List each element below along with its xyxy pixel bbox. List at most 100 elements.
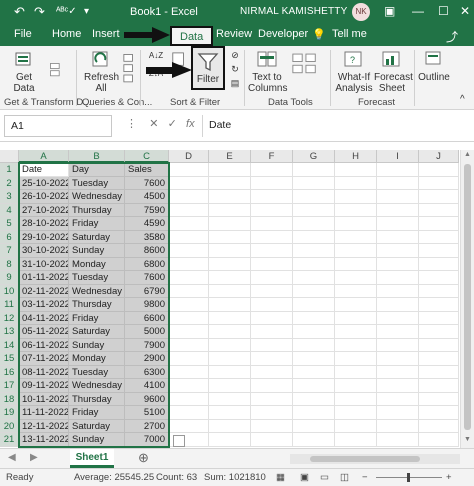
cell-i17[interactable] (377, 379, 419, 393)
row-header-17[interactable]: 17 (0, 379, 19, 393)
cell-j13[interactable] (419, 325, 459, 339)
scroll-down-icon[interactable]: ▼ (464, 436, 471, 443)
cell-e14[interactable] (209, 338, 251, 352)
what-if-analysis-button[interactable]: ? What-If Analysis (334, 50, 374, 94)
cell-d9[interactable] (169, 271, 209, 285)
ribbon-display-options-icon[interactable]: ▣ (384, 4, 395, 18)
collapse-ribbon-icon[interactable]: ^ (460, 94, 465, 105)
cell-b18[interactable]: Thursday (69, 392, 125, 406)
cell-b15[interactable]: Monday (69, 352, 125, 366)
cell-c18[interactable]: 9600 (125, 392, 169, 406)
cell-g2[interactable] (293, 176, 335, 190)
cell-a17[interactable]: 09-11-2022 (19, 379, 69, 393)
cell-b4[interactable]: Thursday (69, 203, 125, 217)
cell-d10[interactable] (169, 284, 209, 298)
cell-e2[interactable] (209, 176, 251, 190)
cell-b7[interactable]: Sunday (69, 244, 125, 258)
cell-d14[interactable] (169, 338, 209, 352)
cell-h1[interactable] (335, 163, 377, 177)
page-break-icon[interactable]: ◫ (340, 472, 349, 483)
cell-b5[interactable]: Friday (69, 217, 125, 231)
tell-me-search[interactable]: Tell me (332, 28, 367, 40)
cell-f1[interactable] (251, 163, 293, 177)
outline-button[interactable]: Outline (416, 50, 452, 83)
cell-g5[interactable] (293, 217, 335, 231)
cell-f9[interactable] (251, 271, 293, 285)
cell-c19[interactable]: 5100 (125, 406, 169, 420)
cell-g7[interactable] (293, 244, 335, 258)
cell-g17[interactable] (293, 379, 335, 393)
row-header-12[interactable]: 12 (0, 311, 19, 325)
cell-c13[interactable]: 5000 (125, 325, 169, 339)
row-header-9[interactable]: 9 (0, 271, 19, 285)
zoom-in-icon[interactable]: + (446, 472, 452, 483)
add-sheet-icon[interactable]: ⊕ (138, 450, 149, 466)
row-header-15[interactable]: 15 (0, 352, 19, 366)
cell-c2[interactable]: 7600 (125, 176, 169, 190)
cell-a19[interactable]: 11-11-2022 (19, 406, 69, 420)
row-header-14[interactable]: 14 (0, 338, 19, 352)
cell-c12[interactable]: 6600 (125, 311, 169, 325)
tab-insert[interactable]: Insert (92, 28, 120, 40)
cell-h8[interactable] (335, 257, 377, 271)
cell-e5[interactable] (209, 217, 251, 231)
cell-i10[interactable] (377, 284, 419, 298)
cell-j12[interactable] (419, 311, 459, 325)
cell-g9[interactable] (293, 271, 335, 285)
undo-icon[interactable]: ↶ (14, 4, 25, 20)
cell-d8[interactable] (169, 257, 209, 271)
column-header-f[interactable]: F (251, 150, 293, 163)
row-header-7[interactable]: 7 (0, 244, 19, 258)
cell-b1[interactable]: Day (69, 163, 125, 177)
cell-a2[interactable]: 25-10-2022 (19, 176, 69, 190)
cell-a7[interactable]: 30-10-2022 (19, 244, 69, 258)
column-header-a[interactable]: A (19, 150, 69, 163)
zoom-out-icon[interactable]: − (362, 472, 368, 483)
maximize-icon[interactable]: ☐ (438, 4, 449, 18)
cell-h21[interactable] (335, 433, 377, 447)
filter-button[interactable]: Filter (193, 52, 223, 85)
cell-i9[interactable] (377, 271, 419, 285)
cell-a15[interactable]: 07-11-2022 (19, 352, 69, 366)
get-transform-tools[interactable] (44, 52, 70, 90)
cell-j3[interactable] (419, 190, 459, 204)
cell-h10[interactable] (335, 284, 377, 298)
cell-b6[interactable]: Saturday (69, 230, 125, 244)
cell-b21[interactable]: Sunday (69, 433, 125, 447)
cell-h14[interactable] (335, 338, 377, 352)
column-header-j[interactable]: J (419, 150, 459, 163)
row-header-13[interactable]: 13 (0, 325, 19, 339)
cell-c7[interactable]: 8600 (125, 244, 169, 258)
cell-i2[interactable] (377, 176, 419, 190)
cell-b13[interactable]: Saturday (69, 325, 125, 339)
cell-b16[interactable]: Tuesday (69, 365, 125, 379)
customize-quick-access-icon[interactable]: ▾ (84, 6, 89, 17)
cell-f11[interactable] (251, 298, 293, 312)
cell-a9[interactable]: 01-11-2022 (19, 271, 69, 285)
text-to-columns-button[interactable]: Text to Columns (248, 50, 287, 94)
tab-home[interactable]: Home (52, 28, 81, 40)
data-tools-small[interactable] (290, 52, 320, 88)
cell-c11[interactable]: 9800 (125, 298, 169, 312)
clear-filter-button[interactable]: ⊘ (228, 50, 242, 61)
cell-f2[interactable] (251, 176, 293, 190)
cell-c15[interactable]: 2900 (125, 352, 169, 366)
cell-b2[interactable]: Tuesday (69, 176, 125, 190)
cell-g15[interactable] (293, 352, 335, 366)
cell-f18[interactable] (251, 392, 293, 406)
cell-a10[interactable]: 02-11-2022 (19, 284, 69, 298)
cell-d1[interactable] (169, 163, 209, 177)
cell-c14[interactable]: 7900 (125, 338, 169, 352)
row-header-2[interactable]: 2 (0, 176, 19, 190)
cell-c16[interactable]: 6300 (125, 365, 169, 379)
cell-h5[interactable] (335, 217, 377, 231)
column-header-g[interactable]: G (293, 150, 335, 163)
cell-j8[interactable] (419, 257, 459, 271)
cell-a8[interactable]: 31-10-2022 (19, 257, 69, 271)
cell-j10[interactable] (419, 284, 459, 298)
cell-a21[interactable]: 13-11-2022 (19, 433, 69, 447)
cell-a5[interactable]: 28-10-2022 (19, 217, 69, 231)
row-header-10[interactable]: 10 (0, 284, 19, 298)
cell-e13[interactable] (209, 325, 251, 339)
get-data-button[interactable]: Get Data (6, 50, 42, 94)
